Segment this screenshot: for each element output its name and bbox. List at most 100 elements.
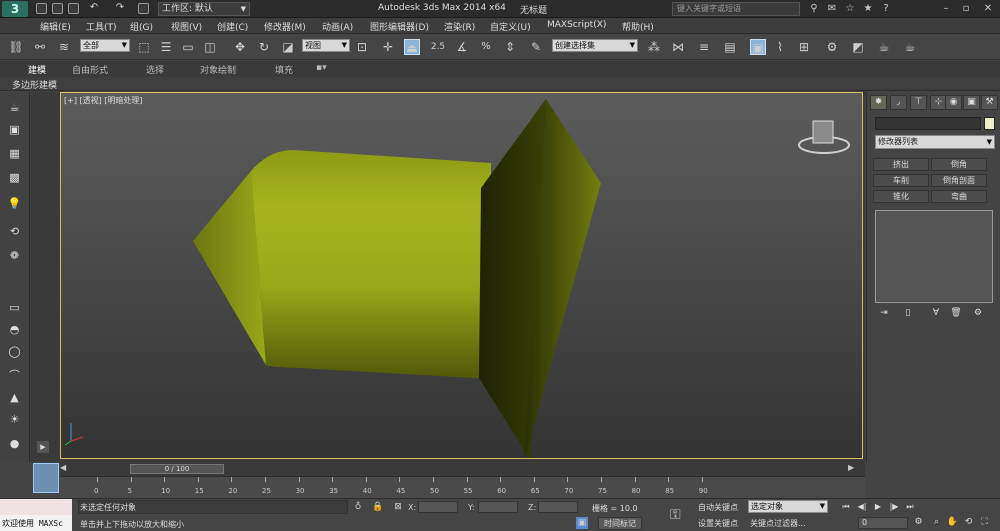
adaptive-degradation-icon[interactable]: ▣ <box>576 517 588 529</box>
reference-coordinate-dropdown[interactable]: 视图 ▼ <box>302 39 350 52</box>
material-editor-icon[interactable]: ⊞ <box>796 39 812 55</box>
tab-object-paint[interactable]: 对象绘制 <box>200 63 236 76</box>
tab-populate[interactable]: 填充 <box>275 63 293 76</box>
redo-icon[interactable]: ↷ <box>114 2 126 14</box>
key-selection-dropdown[interactable]: 选定对象 ▼ <box>748 500 828 513</box>
subscription-icon[interactable]: ✉ <box>826 3 838 15</box>
next-frame-icon[interactable]: |▶ <box>888 502 900 513</box>
time-next-icon[interactable]: ▶ <box>848 463 854 472</box>
previous-frame-icon[interactable]: ◀| <box>856 502 868 513</box>
menu-help[interactable]: 帮助(H) <box>622 20 654 33</box>
selection-filter-dropdown[interactable]: 全部 ▼ <box>80 39 130 52</box>
sphere-icon[interactable]: ◯ <box>6 344 23 359</box>
tab-modeling[interactable]: 建模 <box>28 63 46 76</box>
binoculars-icon[interactable]: ⚲ <box>808 3 820 15</box>
helper-icon[interactable]: ⟲ <box>6 224 23 239</box>
window-crossing-icon[interactable]: ◫ <box>202 39 218 55</box>
select-by-name-icon[interactable]: ☰ <box>158 39 174 55</box>
absolute-mode-icon[interactable]: ⊠ <box>392 501 404 513</box>
favorites-icon[interactable]: ★ <box>862 3 874 15</box>
render-iterative-icon[interactable]: ☕ <box>902 39 918 55</box>
zoom-icon[interactable]: ⌕ <box>930 517 943 529</box>
pin-stack-icon[interactable]: ⇥ <box>877 308 891 320</box>
snaps-toggle-icon[interactable]: 2.5 <box>430 39 446 55</box>
maxscript-listener-input[interactable] <box>0 499 72 515</box>
sun-icon[interactable]: ☀ <box>6 412 23 427</box>
utilities-tab-icon[interactable]: ⚒ <box>981 95 998 110</box>
light-icon[interactable]: 💡 <box>6 196 23 211</box>
scale-icon[interactable]: ◪ <box>280 39 296 55</box>
search-input[interactable]: 键入关键字或短语 <box>672 2 800 16</box>
menu-rendering[interactable]: 渲染(R) <box>444 20 475 33</box>
play-icon[interactable]: ▶ <box>872 502 884 513</box>
auto-key-button[interactable]: 自动关键点 <box>698 502 738 513</box>
ribbon-options-icon[interactable]: ▪▾ <box>316 63 327 73</box>
set-key-button[interactable]: 设置关键点 <box>698 518 738 529</box>
show-end-result-icon[interactable]: ▯ <box>901 308 915 320</box>
menu-group[interactable]: 组(G) <box>130 20 153 33</box>
isolate-selection-icon[interactable]: ♁ <box>352 501 364 513</box>
schematic-view-icon[interactable]: ⌇ <box>772 39 788 55</box>
time-prev-icon[interactable]: ◀ <box>60 463 66 472</box>
mini-curve-editor-toggle[interactable] <box>33 463 59 493</box>
orbit-icon[interactable]: ⟲ <box>962 517 975 529</box>
time-config-icon[interactable]: ⚙ <box>912 517 925 529</box>
polygon-modeling-label[interactable]: 多边形建模 <box>12 78 57 91</box>
project-folder-icon[interactable] <box>138 3 149 14</box>
bind-space-warp-icon[interactable]: ≋ <box>56 39 72 55</box>
help-icon[interactable]: ? <box>880 3 892 15</box>
set-key-icon[interactable]: ⚿ <box>670 507 681 523</box>
menu-create[interactable]: 创建(C) <box>217 20 248 33</box>
extrude-button[interactable]: 挤出 <box>873 158 929 171</box>
edit-named-selection-icon[interactable]: ✎ <box>528 39 544 55</box>
add-time-tag-button[interactable]: 时间标记 <box>598 517 642 530</box>
percent-snap-icon[interactable]: % <box>478 39 494 55</box>
expand-viewport-button[interactable]: ▶ <box>37 441 49 453</box>
menu-tools[interactable]: 工具(T) <box>86 20 117 33</box>
pivot-center-icon[interactable]: ⊡ <box>354 39 370 55</box>
menu-edit[interactable]: 编辑(E) <box>40 20 71 33</box>
angle-snap-icon[interactable]: ∡ <box>454 39 470 55</box>
perspective-viewport[interactable]: [+] [透视] [明暗处理] <box>60 92 863 459</box>
tab-freeform[interactable]: 自由形式 <box>72 63 108 76</box>
unlink-icon[interactable]: ⚯ <box>32 39 48 55</box>
mirror-icon[interactable]: ⁂ <box>646 39 662 55</box>
go-to-start-icon[interactable]: ⏮ <box>840 502 852 513</box>
workspace-dropdown[interactable]: 工作区: 默认 ▼ <box>158 2 250 16</box>
remove-modifier-icon[interactable]: 🗑 <box>949 308 963 320</box>
communication-icon[interactable]: ☆ <box>844 3 856 15</box>
maximize-icon[interactable]: ▫ <box>960 3 972 15</box>
minimize-icon[interactable]: – <box>940 3 952 15</box>
close-icon[interactable]: ✕ <box>982 3 994 15</box>
particles-icon[interactable]: ❁ <box>6 248 23 263</box>
plane-icon[interactable]: ▭ <box>6 300 23 315</box>
maximize-viewport-icon[interactable]: ⛶ <box>978 517 991 529</box>
lathe-button[interactable]: 车削 <box>873 174 929 187</box>
create-tab-icon[interactable]: ✸ <box>870 95 887 110</box>
z-coordinate-field[interactable] <box>538 501 578 513</box>
new-file-icon[interactable] <box>36 3 47 14</box>
save-file-icon[interactable] <box>68 3 79 14</box>
make-unique-icon[interactable]: ∀ <box>929 308 943 320</box>
menu-views[interactable]: 视图(V) <box>171 20 202 33</box>
geosphere-icon[interactable]: ● <box>6 436 23 451</box>
y-coordinate-field[interactable] <box>478 501 518 513</box>
bevel-button[interactable]: 倒角 <box>931 158 987 171</box>
link-icon[interactable]: ⛓ <box>8 39 24 55</box>
current-frame-field[interactable]: 0 <box>858 517 908 529</box>
modifier-list-dropdown[interactable]: 修改器列表 ▼ <box>875 135 995 149</box>
menu-graph-editors[interactable]: 图形编辑器(D) <box>370 20 429 33</box>
grid-icon[interactable]: ▩ <box>6 170 23 185</box>
named-selection-dropdown[interactable]: 创建选择集 ▼ <box>552 39 638 52</box>
rotate-icon[interactable]: ↻ <box>256 39 272 55</box>
modify-tab-icon[interactable]: ◞ <box>890 95 907 110</box>
undo-icon[interactable]: ↶ <box>88 2 100 14</box>
render-production-icon[interactable]: ☕ <box>876 39 892 55</box>
menu-animation[interactable]: 动画(A) <box>322 20 353 33</box>
layer-manager-icon[interactable]: ≡ <box>696 39 712 55</box>
menu-customize[interactable]: 自定义(U) <box>490 20 531 33</box>
bevel-profile-button[interactable]: 倒角剖面 <box>931 174 987 187</box>
key-filters-button[interactable]: 关键点过滤器... <box>750 518 806 529</box>
select-manipulate-icon[interactable]: ✛ <box>380 39 396 55</box>
keyboard-shortcut-override-icon[interactable]: ⏏ <box>404 39 420 55</box>
